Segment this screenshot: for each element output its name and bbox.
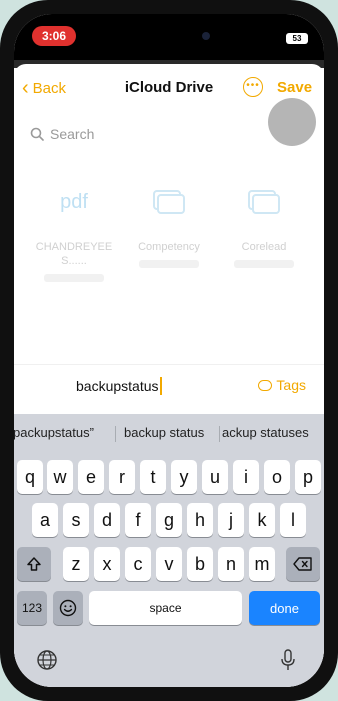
tag-icon [258, 379, 273, 391]
folder-icon [219, 180, 309, 224]
folder-icon [124, 180, 214, 224]
suggestion-item[interactable]: packupstatus” [14, 425, 94, 440]
suggestion-bar: packupstatus” backup status ackup status… [14, 414, 324, 450]
key-r[interactable]: r [109, 460, 135, 494]
file-meta-placeholder [234, 260, 294, 268]
key-v[interactable]: v [156, 547, 182, 581]
keyboard: packupstatus” backup status ackup status… [14, 414, 324, 687]
more-options-icon[interactable]: ••• [243, 77, 263, 97]
suggestion-item[interactable]: ackup statuses [222, 425, 309, 440]
save-button[interactable]: Save [277, 79, 312, 96]
status-bar: 3:06 53 [14, 14, 324, 60]
key-h[interactable]: h [187, 503, 213, 537]
key-u[interactable]: u [202, 460, 228, 494]
key-g[interactable]: g [156, 503, 182, 537]
key-l[interactable]: l [280, 503, 306, 537]
tags-label: Tags [276, 377, 306, 393]
touch-indicator [268, 98, 316, 146]
save-sheet: ‹ Back iCloud Drive ••• Save Search pdf … [14, 64, 324, 687]
file-meta-placeholder [139, 260, 199, 268]
key-t[interactable]: t [140, 460, 166, 494]
status-time: 3:06 [32, 26, 76, 46]
key-i[interactable]: i [233, 460, 259, 494]
pdf-icon-label: pdf [60, 190, 88, 213]
shift-key[interactable] [17, 547, 51, 581]
key-j[interactable]: j [218, 503, 244, 537]
backspace-icon [293, 557, 312, 571]
pdf-icon: pdf [29, 180, 119, 224]
emoji-icon [59, 599, 77, 617]
file-meta-placeholder [44, 274, 104, 282]
key-m[interactable]: m [249, 547, 275, 581]
suggestion-item[interactable]: backup status [124, 425, 204, 440]
file-name: CHANDREYEE S...... [35, 241, 113, 267]
key-n[interactable]: n [218, 547, 244, 581]
camera-icon [202, 32, 210, 40]
key-a[interactable]: a [32, 503, 58, 537]
shift-icon [27, 557, 41, 571]
file-item[interactable]: Corelead [219, 180, 309, 268]
file-item[interactable]: Competency [124, 180, 214, 268]
nav-bar: ‹ Back iCloud Drive ••• Save [14, 76, 324, 146]
file-name: Competency [138, 241, 200, 253]
file-item[interactable]: pdf CHANDREYEE S...... [29, 180, 119, 282]
key-x[interactable]: x [94, 547, 120, 581]
key-y[interactable]: y [171, 460, 197, 494]
space-key[interactable]: space [89, 591, 242, 625]
filename-bar: backupstatus Tags [14, 364, 324, 415]
battery-icon: 53 [286, 33, 308, 44]
search-bar[interactable]: Search [30, 124, 94, 144]
backspace-key[interactable] [286, 547, 320, 581]
globe-icon[interactable] [36, 648, 58, 672]
key-p[interactable]: p [295, 460, 321, 494]
suggestion-divider [115, 426, 116, 442]
key-c[interactable]: c [125, 547, 151, 581]
screen: 3:06 53 ‹ Back iCloud Drive ••• Save Sea… [14, 14, 324, 687]
key-k[interactable]: k [249, 503, 275, 537]
microphone-icon[interactable] [277, 648, 299, 672]
key-q[interactable]: q [17, 460, 43, 494]
search-icon [30, 127, 44, 141]
key-d[interactable]: d [94, 503, 120, 537]
done-key[interactable]: done [249, 591, 320, 625]
key-b[interactable]: b [187, 547, 213, 581]
suggestion-divider [219, 426, 220, 442]
emoji-key[interactable] [53, 591, 83, 625]
filename-input[interactable]: backupstatus [76, 377, 162, 395]
numbers-key[interactable]: 123 [17, 591, 47, 625]
search-placeholder: Search [50, 126, 95, 142]
key-o[interactable]: o [264, 460, 290, 494]
tags-button[interactable]: Tags [258, 377, 306, 393]
key-w[interactable]: w [47, 460, 73, 494]
key-z[interactable]: z [63, 547, 89, 581]
key-f[interactable]: f [125, 503, 151, 537]
file-name: Corelead [241, 241, 287, 253]
key-s[interactable]: s [63, 503, 89, 537]
key-e[interactable]: e [78, 460, 104, 494]
